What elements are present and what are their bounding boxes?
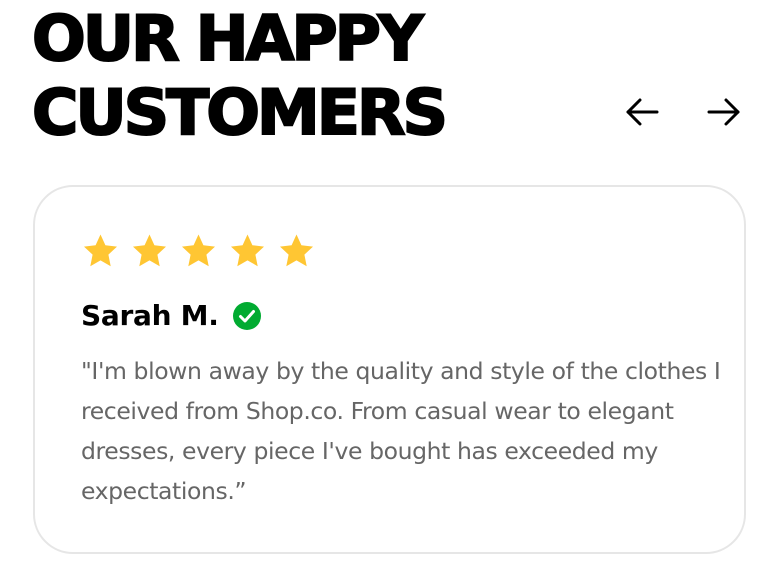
star-icon bbox=[180, 233, 217, 269]
reviewer-name: Sarah M. bbox=[81, 299, 219, 332]
section-title-line-1: OUR HAPPY bbox=[31, 1, 425, 76]
star-icon bbox=[278, 233, 315, 269]
check-circle-icon bbox=[231, 300, 263, 332]
section-title: OUR HAPPY CUSTOMERS bbox=[31, 1, 449, 150]
review-card: Sarah M. "I'm blown away by the quality … bbox=[33, 185, 746, 554]
carousel-navigation bbox=[622, 92, 744, 134]
section-title-line-2: CUSTOMERS bbox=[31, 75, 449, 150]
star-rating bbox=[82, 233, 315, 269]
star-icon bbox=[229, 233, 266, 269]
star-icon bbox=[82, 233, 119, 269]
arrow-right-icon bbox=[702, 91, 744, 136]
star-icon bbox=[131, 233, 168, 269]
previous-button[interactable] bbox=[622, 92, 664, 134]
arrow-left-icon bbox=[622, 91, 664, 136]
review-text: "I'm blown away by the quality and style… bbox=[81, 357, 721, 505]
next-button[interactable] bbox=[702, 92, 744, 134]
reviewer: Sarah M. bbox=[81, 298, 263, 334]
